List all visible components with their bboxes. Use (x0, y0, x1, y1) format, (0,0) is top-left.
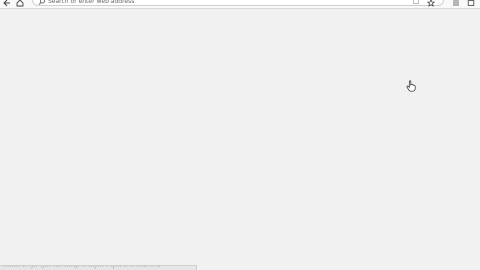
browser-toolbar (0, 0, 480, 9)
status-url-text: ········ ·· ·/·· ·/··· ···· ·····/· ·· ·… (3, 265, 162, 270)
status-bar: ········ ·· ·/·· ·/··· ···· ·····/· ·· ·… (0, 265, 197, 270)
menu-icon (467, 0, 475, 6)
address-bar[interactable] (32, 0, 444, 6)
page-info-icon[interactable] (413, 0, 419, 4)
page-content[interactable] (0, 9, 480, 270)
favorites-button[interactable] (425, 0, 437, 8)
home-icon (16, 0, 24, 6)
menu-button[interactable] (465, 0, 477, 8)
search-icon (38, 0, 45, 5)
back-arrow-icon (3, 0, 10, 6)
collections-button[interactable] (450, 0, 462, 8)
back-button[interactable] (1, 0, 13, 8)
collections-icon (453, 0, 459, 5)
hand-cursor-icon (406, 80, 416, 92)
star-icon (427, 0, 435, 7)
address-input[interactable] (48, 0, 398, 6)
home-button[interactable] (14, 0, 26, 8)
